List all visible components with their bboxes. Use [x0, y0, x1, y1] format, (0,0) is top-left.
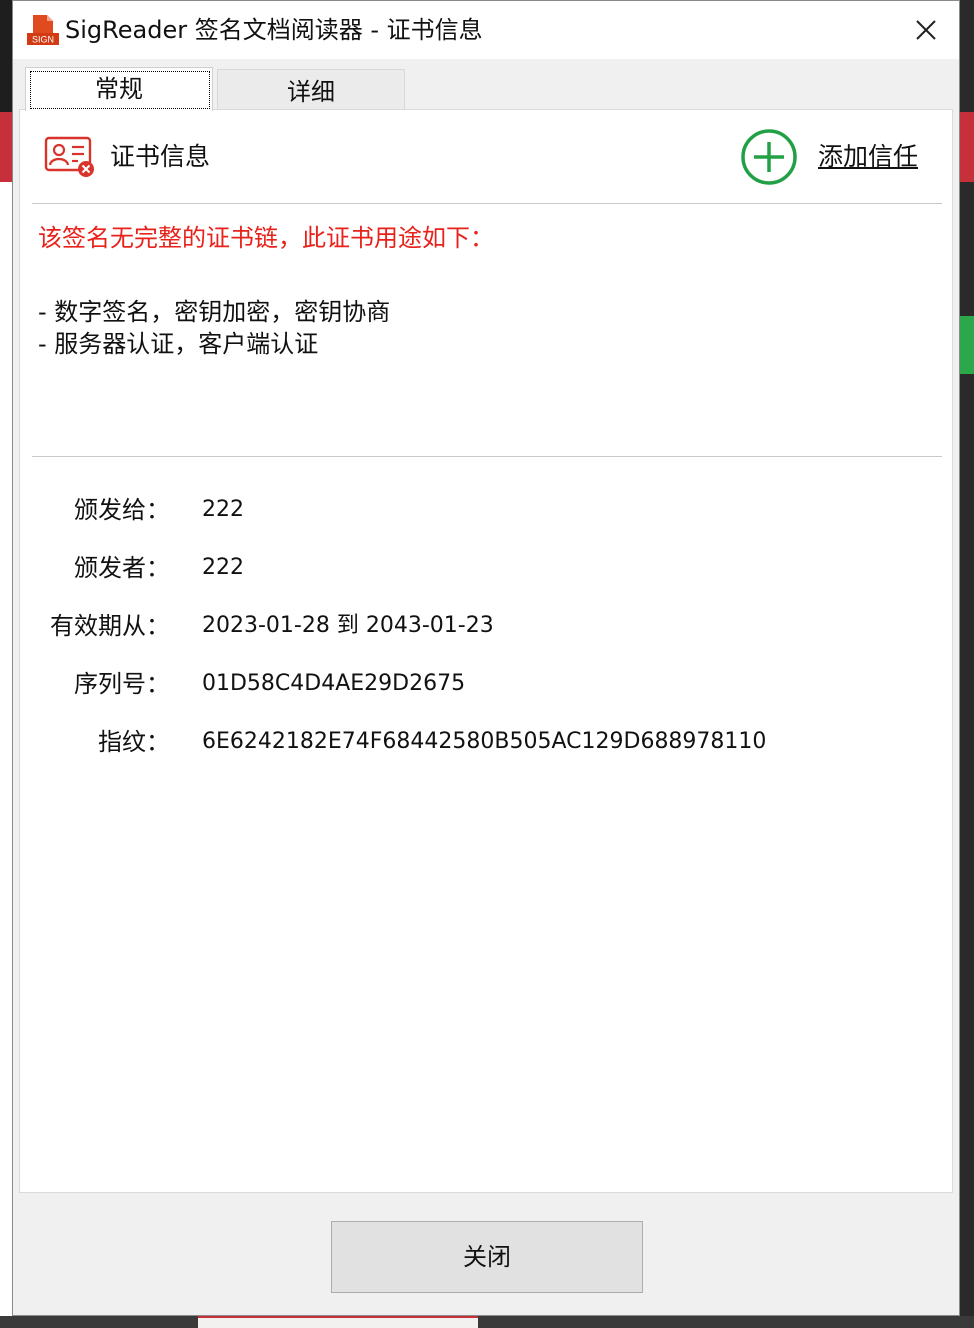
background-app-left-content: [0, 182, 12, 1328]
background-app-seal-fragment: [198, 1316, 478, 1328]
title-bar[interactable]: SIGN SigReader 签名文档阅读器 - 证书信息: [13, 1, 959, 59]
background-app-right-banner: [960, 112, 974, 182]
field-issued-by: 颁发者： 222: [20, 548, 950, 588]
close-button[interactable]: 关闭: [331, 1221, 643, 1293]
divider: [32, 203, 942, 204]
tab-details-label: 详细: [287, 78, 335, 106]
field-issued-to: 颁发给： 222: [20, 490, 950, 530]
background-app-bottom: [0, 1316, 974, 1328]
incomplete-chain-warning: 该签名无完整的证书链，此证书用途如下：: [38, 224, 494, 252]
field-value: 6E6242182E74F68442580B505AC129D688978110: [202, 729, 767, 754]
field-value: 222: [202, 555, 244, 580]
background-app-right-button: [960, 316, 974, 374]
background-app-left-banner: [0, 112, 12, 182]
certificate-usages: - 数字签名，密钥加密，密钥协商 - 服务器认证，客户端认证: [38, 296, 390, 360]
field-label: 颁发者：: [74, 554, 170, 582]
field-label: 颁发给：: [74, 496, 170, 524]
section-title: 证书信息: [110, 142, 211, 171]
field-fingerprint: 指纹： 6E6242182E74F68442580B505AC129D68897…: [20, 722, 950, 762]
tab-bar: 常规 详细: [19, 67, 959, 111]
background-app-right: [960, 0, 974, 1328]
field-value: 222: [202, 497, 244, 522]
window-title: SigReader 签名文档阅读器 - 证书信息: [65, 16, 483, 44]
field-serial-number: 序列号： 01D58C4D4AE29D2675: [20, 664, 950, 704]
focus-rectangle: [30, 71, 210, 109]
usage-item: - 数字签名，密钥加密，密钥协商: [38, 298, 391, 326]
add-trust-link[interactable]: 添加信任: [818, 140, 918, 174]
certificate-info-dialog: SIGN SigReader 签名文档阅读器 - 证书信息 常规 详细 证书信息…: [12, 0, 960, 1316]
field-label: 指纹：: [98, 728, 170, 756]
tab-details[interactable]: 详细: [217, 69, 405, 109]
add-circle-icon: [741, 129, 797, 185]
field-label: 序列号：: [74, 670, 170, 698]
close-icon[interactable]: [911, 15, 941, 45]
sigreader-app-icon: SIGN: [27, 15, 59, 45]
field-value: 2023-01-28 到 2043-01-23: [202, 613, 494, 638]
certificate-error-icon: [44, 136, 94, 177]
field-label: 有效期从：: [50, 612, 170, 640]
field-validity: 有效期从： 2023-01-28 到 2043-01-23: [20, 606, 950, 646]
app-icon-label: SIGN: [32, 35, 54, 45]
add-trust-button[interactable]: 添加信任: [740, 126, 930, 188]
usage-item: - 服务器认证，客户端认证: [38, 330, 319, 358]
divider: [32, 456, 942, 457]
general-tab-panel: 证书信息 添加信任 该签名无完整的证书链，此证书用途如下： - 数字签名，密钥加…: [19, 109, 953, 1193]
tab-general[interactable]: 常规: [25, 67, 213, 111]
field-value: 01D58C4D4AE29D2675: [202, 671, 466, 696]
